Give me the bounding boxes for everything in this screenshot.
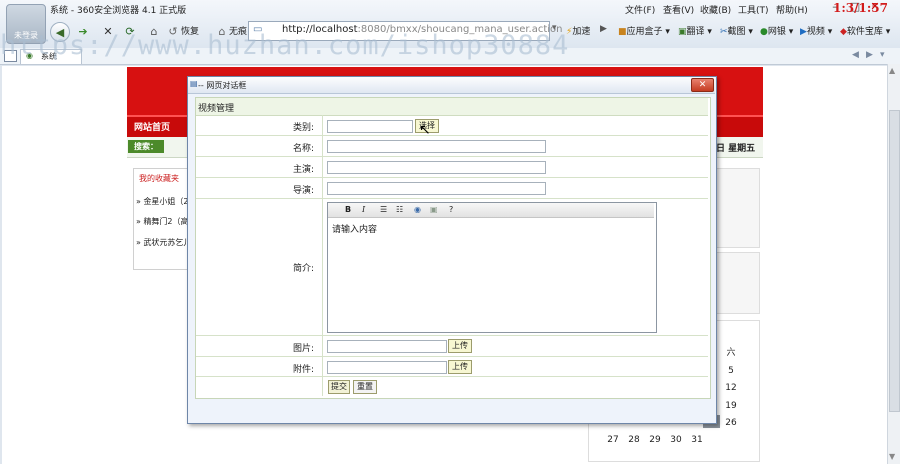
calendar-day[interactable]: 29 [646,435,664,445]
calendar-day[interactable]: 19 [722,401,740,411]
calendar-day[interactable]: 26 [722,418,740,428]
bank-icon: ● [760,27,768,37]
actor-label: 主演: [292,165,314,175]
mouse-cursor-icon: ↖ [419,122,431,138]
speed-button[interactable]: ⚡加速 [566,24,590,37]
expand-arrow-icon[interactable]: ▶ [600,24,607,34]
name-input[interactable] [327,140,546,153]
intro-label: 简介: [292,264,314,274]
director-label: 导演: [292,186,314,196]
unordered-list-icon[interactable]: ☷ [396,205,403,214]
app-box-icon: ■ [618,27,627,37]
favorite-item[interactable]: » 金星小姐（2 [136,196,189,207]
submit-button[interactable]: 提交 [328,380,350,394]
director-input[interactable] [327,182,546,195]
window-title: 系统 - 360安全浏览器 4.1 正式版 [50,6,187,16]
menu-tools[interactable]: 工具(T) [738,3,769,16]
menu-view[interactable]: 查看(V) [663,3,694,16]
speed-label: 加速 [572,27,591,37]
favorite-item[interactable]: » 精舞门2（高 [136,216,189,227]
calendar-day[interactable]: 5 [722,366,740,376]
video-button[interactable]: ▶视频 ▾ [800,24,832,37]
ordered-list-icon[interactable]: ☰ [380,205,387,214]
attachment-input[interactable] [327,361,447,374]
menu-file[interactable]: 文件(F) [625,3,655,16]
site-date: 日 星期五 [716,144,756,154]
image-input[interactable] [327,340,447,353]
right-panel-1 [714,168,760,248]
menu-help[interactable]: 帮助(H) [776,3,808,16]
category-label: 类别: [292,123,314,133]
screenshot-button[interactable]: ✂截图 ▾ [720,24,753,37]
name-label: 名称: [292,144,314,154]
calendar-day[interactable]: 27 [604,435,622,445]
attachment-label: 附件: [292,365,314,375]
favorite-item[interactable]: » 武状元苏乞儿 [136,237,191,248]
translate-button[interactable]: ▣翻译 ▾ [678,24,712,37]
dialog-page-icon: ▤ [190,79,198,88]
calendar-header-sat: 六 [726,348,736,358]
dialog-close-button[interactable]: ✕ [691,78,714,92]
calendar-day[interactable]: 30 [667,435,685,445]
upload-attachment-button[interactable]: 上传 [448,360,472,374]
form-section-title: 视频管理 [198,104,235,114]
scroll-up-icon[interactable]: ▲ [889,66,895,75]
menu-favorites[interactable]: 收藏(B) [700,3,731,16]
nav-home-link[interactable]: 网站首页 [134,120,170,133]
actor-input[interactable] [327,161,546,174]
dialog-titlebar [188,77,715,94]
italic-icon[interactable]: I [362,205,365,214]
calendar-day[interactable]: 12 [722,383,740,393]
right-panel-2 [714,252,760,314]
clock-overlay: 1:3/1:57 [833,1,888,15]
favorites-title: 我的收藏夹 [139,174,179,183]
watermark-text: https://www.huzhan.com/ishop30884 [0,30,570,61]
calendar-day[interactable]: 31 [688,435,706,445]
calendar-day[interactable]: 28 [625,435,643,445]
link-icon[interactable]: ◉ [414,205,421,214]
software-store-button[interactable]: ◆软件宝库 ▾ [840,24,890,37]
tab-list-icon[interactable]: ▾ [880,50,885,60]
translate-icon: ▣ [678,27,687,37]
bold-icon[interactable]: B [345,205,351,214]
tab-scroll-left-icon[interactable]: ◀ [852,50,859,60]
tab-scroll-right-icon[interactable]: ▶ [866,50,873,60]
site-search-label: 搜索： [128,140,164,153]
form-header [196,98,708,116]
store-icon: ◆ [840,27,847,37]
scroll-down-icon[interactable]: ▼ [889,452,895,461]
upload-image-button[interactable]: 上传 [448,339,472,353]
category-input[interactable] [327,120,413,133]
form-column-divider [322,115,323,396]
app-box-button[interactable]: ■应用盒子 ▾ [618,24,670,37]
image-icon[interactable]: ▣ [430,205,438,214]
scissors-icon: ✂ [720,27,728,37]
help-icon[interactable]: ? [449,205,453,214]
video-icon: ▶ [800,27,807,37]
online-bank-button[interactable]: ●网银 ▾ [760,24,793,37]
editor-toolbar [328,203,654,218]
editor-content[interactable]: 请输入内容 [332,222,377,235]
image-label: 图片: [292,344,314,354]
dialog-title: -- 网页对话框 [198,81,247,90]
scrollbar-thumb[interactable] [889,110,900,412]
reset-button[interactable]: 重置 [353,380,377,394]
